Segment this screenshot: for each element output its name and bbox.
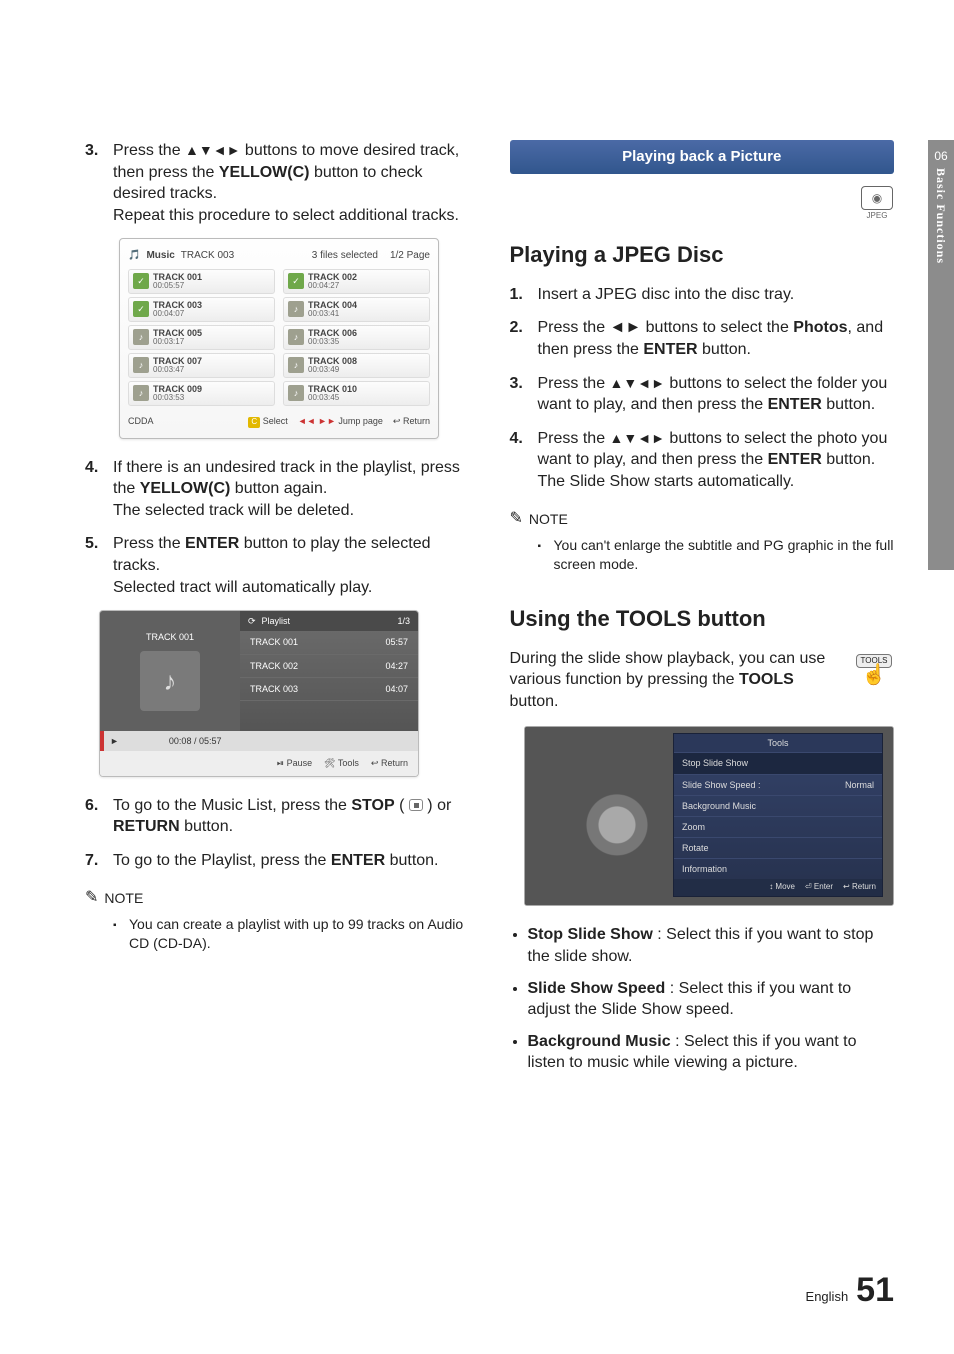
step-3: 3. Press the ▲▼◄► buttons to move desire…	[85, 140, 470, 226]
subheading-tools: Using the TOOLS button	[510, 604, 895, 634]
chapter-number: 06	[934, 148, 947, 164]
note-item: You can't enlarge the subtitle and PG gr…	[554, 536, 895, 574]
picture-icon: ◉	[861, 186, 893, 210]
list-item: Background Music : Select this if you wa…	[528, 1031, 895, 1074]
note-icon: ♪	[133, 385, 149, 401]
check-icon: ✓	[288, 273, 304, 289]
step-4: 4. If there is an undesired track in the…	[85, 457, 470, 522]
note-icon: ♪	[288, 301, 304, 317]
step-7: 7. To go to the Playlist, press the ENTE…	[85, 850, 470, 872]
hand-icon: ☝	[854, 667, 894, 683]
pause-icon: ⏯	[277, 758, 284, 768]
section-header: Playing back a Picture	[510, 140, 895, 174]
note-icon: ♪	[288, 385, 304, 401]
check-icon: ✓	[133, 273, 149, 289]
r-step-2: 2. Press the ◄► buttons to select the Ph…	[510, 317, 895, 360]
subheading-jpeg: Playing a JPEG Disc	[510, 240, 895, 270]
playlist-icon: ⟳	[248, 615, 256, 627]
r-step-4: 4. Press the ▲▼◄► buttons to select the …	[510, 428, 895, 493]
note-item: You can create a playlist with up to 99 …	[129, 915, 470, 953]
page-footer: English 51	[806, 1268, 894, 1314]
step-6: 6. To go to the Music List, press the ST…	[85, 795, 470, 838]
playlist-screenshot: TRACK 001 ♪ ⟳Playlist1/3 TRACK 00105:57 …	[99, 610, 419, 776]
step-number: 3.	[85, 140, 113, 226]
music-list-screenshot: 🎵 Music TRACK 003 3 files selected 1/2 P…	[119, 238, 439, 438]
music-icon: 🎵	[128, 249, 140, 263]
stop-icon	[409, 799, 423, 811]
album-art-icon: ♪	[140, 651, 200, 711]
chapter-title: Basic Functions	[933, 168, 949, 264]
left-column: 3. Press the ▲▼◄► buttons to move desire…	[85, 140, 470, 1084]
note-icon: ✎	[510, 508, 523, 530]
arrow-glyphs: ▲▼◄►	[185, 142, 240, 158]
r-step-3: 3. Press the ▲▼◄► buttons to select the …	[510, 373, 895, 416]
list-item: Stop Slide Show : Select this if you wan…	[528, 924, 895, 967]
check-icon: ✓	[133, 301, 149, 317]
play-icon: ►	[110, 735, 119, 747]
jump-icon: ◄◄ ►►	[298, 416, 336, 426]
return-icon: ↩	[393, 416, 401, 426]
note-icon: ♪	[288, 329, 304, 345]
jpeg-disc-icon: ◉ JPEG	[860, 186, 894, 222]
tools-descriptions: Stop Slide Show : Select this if you wan…	[510, 924, 895, 1074]
step-body: Press the ▲▼◄► buttons to move desired t…	[113, 140, 470, 226]
tools-icon: 🛠	[324, 758, 335, 768]
yellow-c-icon: C	[248, 417, 260, 428]
return-icon: ↩	[371, 758, 379, 768]
note-icon: ♪	[288, 357, 304, 373]
right-column: Playing back a Picture ◉ JPEG Playing a …	[510, 140, 895, 1084]
r-step-1: 1. Insert a JPEG disc into the disc tray…	[510, 284, 895, 306]
tools-menu-screenshot: Tools Stop Slide Show Slide Show Speed :…	[524, 726, 895, 906]
note-icon: ♪	[133, 329, 149, 345]
tools-remote-icon: TOOLS ☝	[854, 648, 894, 684]
note-icon: ♪	[133, 357, 149, 373]
step-5: 5. Press the ENTER button to play the se…	[85, 533, 470, 598]
list-item: Slide Show Speed : Select this if you wa…	[528, 978, 895, 1021]
note-heading: ✎ NOTE	[85, 887, 470, 909]
side-tab: 06 Basic Functions	[928, 140, 954, 570]
note-icon: ✎	[85, 887, 98, 909]
note-heading: ✎ NOTE	[510, 508, 895, 530]
